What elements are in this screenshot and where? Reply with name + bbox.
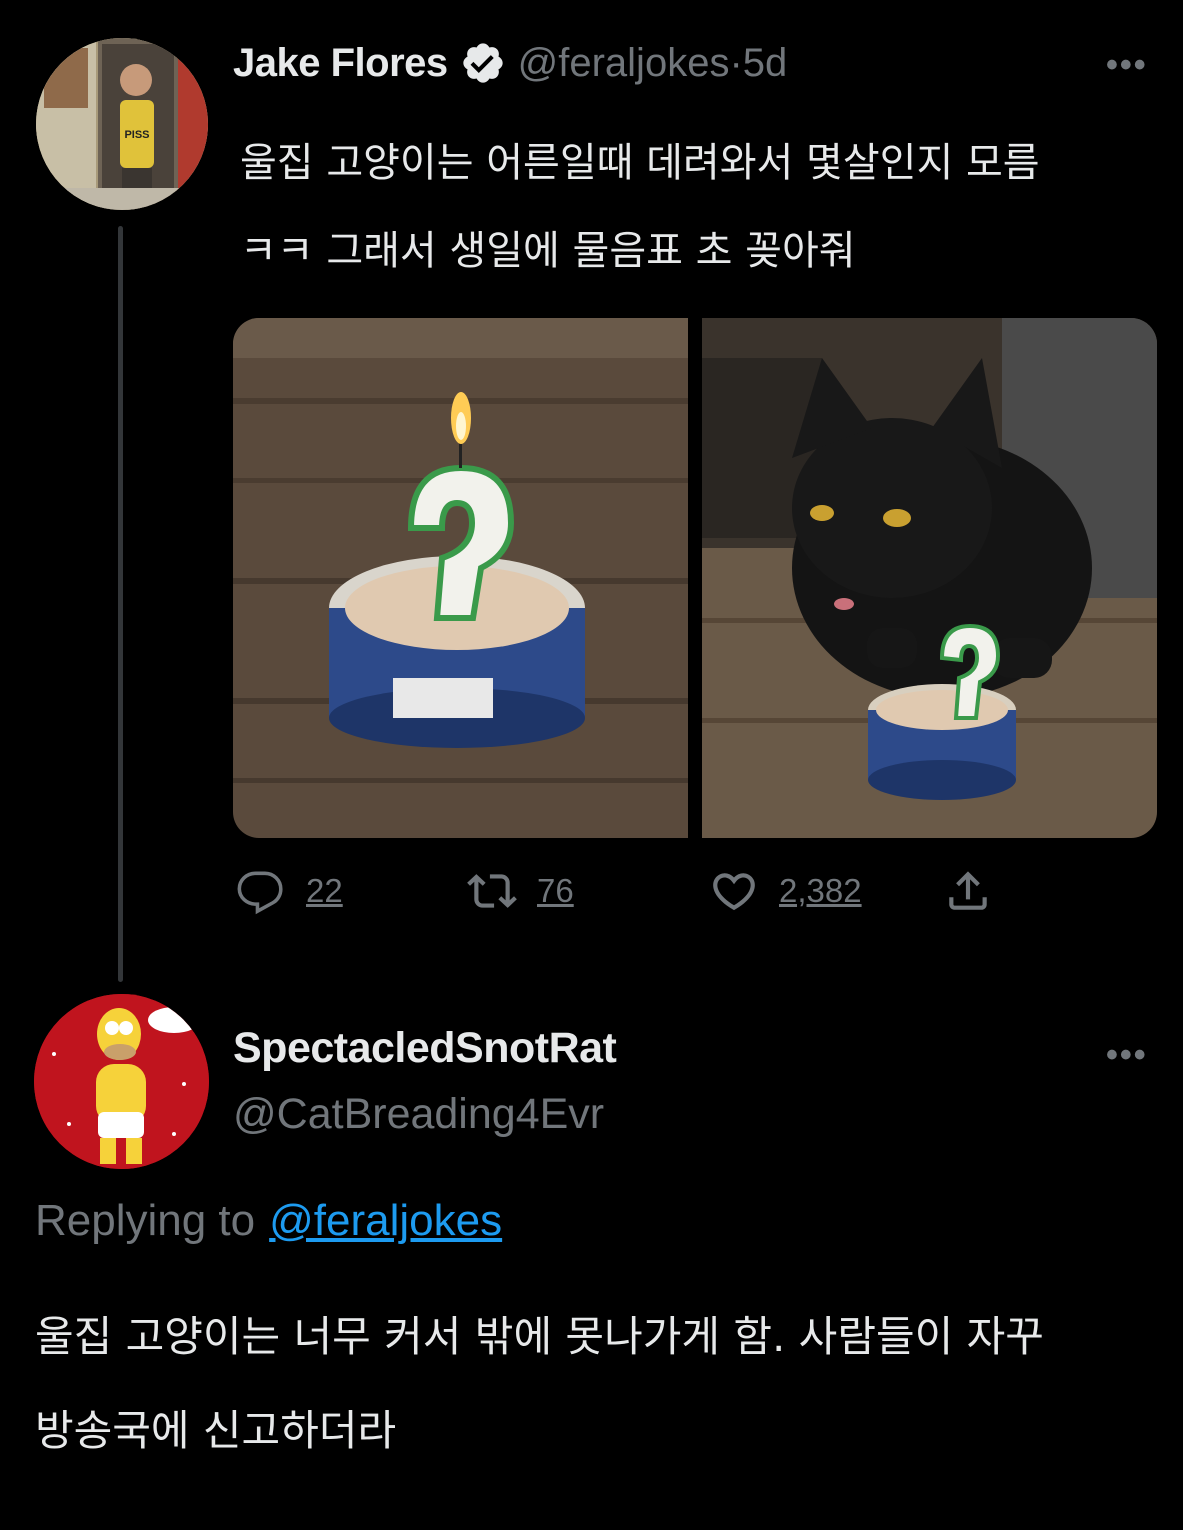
reply-more-options-button[interactable]: •••	[1106, 1036, 1148, 1075]
reply-author-handle[interactable]: @CatBreading4Evr	[233, 1090, 604, 1139]
retweet-action[interactable]: 76	[467, 866, 574, 916]
replying-to-mention-link[interactable]: @feraljokes	[269, 1196, 502, 1245]
tweet-actions-bar: 22 76 2,382	[233, 866, 1157, 922]
author-avatar[interactable]: PISS	[36, 38, 208, 210]
tweet-photo-cat[interactable]	[702, 318, 1157, 838]
author-name[interactable]: Jake Flores	[233, 41, 448, 86]
reply-author-name[interactable]: SpectacledSnotRat	[233, 1024, 617, 1073]
reply-author-avatar[interactable]	[34, 994, 209, 1169]
tweet-text-line-1: 울집 고양이는 어른일때 데려와서 몇살인지 모름	[240, 140, 1040, 186]
tweet-photo-candle[interactable]	[233, 318, 688, 838]
reply-action[interactable]: 22	[236, 866, 343, 916]
tweet-media-grid	[233, 318, 1157, 838]
reply-icon	[237, 871, 283, 915]
share-icon	[949, 871, 987, 910]
reply-avatar-image	[34, 994, 209, 1169]
like-count: 2,382	[779, 872, 862, 909]
verified-badge-icon[interactable]	[460, 40, 506, 86]
shirt-text: PISS	[124, 129, 149, 141]
reply-text-line-1: 울집 고양이는 너무 커서 밖에 못나가게 함. 사람들이 자꾸	[35, 1312, 1044, 1361]
tweet-header: Jake Flores @feraljokes · 5d	[233, 36, 787, 90]
reply-text-line-2: 방송국에 신고하더라	[35, 1406, 397, 1455]
meta-separator: ·	[729, 40, 743, 85]
tweet-text-line-2: ㅋㅋ 그래서 생일에 물음표 초 꽂아줘	[240, 228, 856, 274]
share-action[interactable]	[943, 866, 993, 916]
retweet-icon	[467, 874, 517, 908]
retweet-count: 76	[537, 872, 574, 909]
tweet-timestamp[interactable]: 5d	[743, 41, 788, 86]
heart-icon	[713, 873, 755, 911]
like-action[interactable]: 2,382	[709, 866, 862, 916]
thread-connector-line	[118, 226, 123, 982]
replying-to-label: Replying to	[35, 1196, 256, 1245]
author-handle[interactable]: @feraljokes	[518, 41, 730, 86]
candle-photo-image	[233, 318, 688, 838]
cat-photo-image	[702, 318, 1157, 838]
tweet-more-options-button[interactable]: •••	[1106, 46, 1148, 85]
reply-count: 22	[306, 872, 343, 909]
author-avatar-image: PISS	[36, 38, 208, 210]
replying-to-line: Replying to @feraljokes	[35, 1196, 502, 1246]
